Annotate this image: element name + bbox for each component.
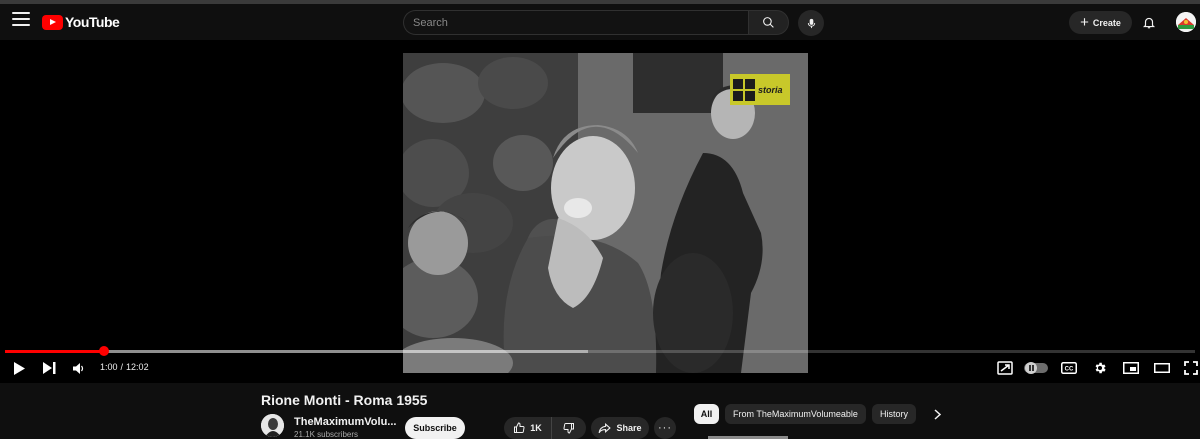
masthead: YouTube + Create <box>0 4 1200 40</box>
time-separator: / <box>120 362 124 372</box>
youtube-play-icon <box>42 14 63 30</box>
like-button[interactable]: 1K <box>504 417 552 439</box>
fullscreen-icon <box>1184 361 1198 375</box>
progress-bar[interactable] <box>5 346 1195 356</box>
subscriber-count: 21.1K subscribers <box>294 430 359 439</box>
subscribe-button[interactable]: Subscribe <box>405 417 465 439</box>
time-display: 1:00/12:02 <box>100 361 149 373</box>
chevron-right-icon <box>933 408 941 420</box>
watermark-logo-icon <box>733 78 755 101</box>
volume-icon <box>73 362 84 374</box>
next-button[interactable] <box>41 361 57 375</box>
miniplayer-icon <box>1123 362 1139 374</box>
channel-avatar-image <box>261 414 284 437</box>
theater-mode-button[interactable] <box>1153 361 1171 375</box>
progress-scrubber[interactable] <box>98 346 109 356</box>
channel-watermark: storia <box>730 74 790 105</box>
cc-icon: CC <box>1061 362 1077 374</box>
like-count: 1K <box>530 423 542 433</box>
chip-from-channel[interactable]: From TheMaximumVolumeable <box>725 404 866 424</box>
chip-history[interactable]: History <box>872 404 916 424</box>
settings-button[interactable] <box>1091 360 1109 376</box>
pause-icon <box>1025 362 1037 374</box>
captions-button[interactable]: CC <box>1060 361 1078 375</box>
play-button[interactable] <box>11 361 27 375</box>
miniplayer-sparkle-icon <box>997 361 1013 375</box>
plus-icon: + <box>1080 14 1089 31</box>
time-total: 12:02 <box>126 362 149 372</box>
avatar-image <box>1176 12 1196 32</box>
like-dislike-group: 1K <box>504 417 586 439</box>
notifications-button[interactable] <box>1140 13 1158 31</box>
channel-avatar[interactable] <box>261 414 284 437</box>
youtube-logo[interactable]: YouTube <box>42 13 120 31</box>
thumbs-down-icon <box>563 423 574 434</box>
more-actions-button[interactable]: ··· <box>654 417 676 439</box>
menu-icon[interactable] <box>12 12 30 26</box>
share-label: Share <box>616 423 642 433</box>
search-icon <box>763 17 774 28</box>
share-icon <box>599 422 612 433</box>
more-horizontal-icon: ··· <box>658 422 672 434</box>
share-button[interactable]: Share <box>591 417 649 439</box>
account-avatar[interactable] <box>1176 12 1196 32</box>
logo-text: YouTube <box>65 14 120 30</box>
dislike-button[interactable] <box>552 417 586 439</box>
time-current: 1:00 <box>100 362 118 372</box>
svg-text:CC: CC <box>1065 367 1074 373</box>
gear-icon <box>1095 362 1106 374</box>
theater-icon <box>1154 363 1170 373</box>
chip-all[interactable]: All <box>694 404 719 424</box>
create-button[interactable]: + Create <box>1069 11 1132 34</box>
watermark-text: storia <box>758 84 783 95</box>
microphone-icon <box>807 18 815 28</box>
play-icon <box>14 361 25 375</box>
progress-played <box>5 350 104 353</box>
autoplay-toggle[interactable] <box>1024 362 1048 374</box>
ambient-mode-button[interactable] <box>996 360 1014 376</box>
thumbs-up-icon <box>514 422 525 433</box>
mute-button[interactable] <box>71 361 87 375</box>
video-frame[interactable]: storia <box>403 53 808 373</box>
video-title: Rione Monti - Roma 1955 <box>261 392 428 408</box>
search-button[interactable] <box>748 10 789 35</box>
bell-icon <box>1142 17 1156 28</box>
channel-name[interactable]: TheMaximumVolu... <box>294 416 396 428</box>
video-player[interactable]: storia 1:00/12:02 CC <box>0 40 1200 383</box>
search-input[interactable] <box>403 10 748 35</box>
voice-search-button[interactable] <box>798 10 824 36</box>
miniplayer-button[interactable] <box>1122 361 1140 375</box>
chips-next-button[interactable] <box>929 406 945 422</box>
search-bar <box>403 10 789 35</box>
fullscreen-button[interactable] <box>1183 360 1199 376</box>
create-label: Create <box>1092 17 1121 28</box>
skip-next-icon <box>42 362 55 374</box>
